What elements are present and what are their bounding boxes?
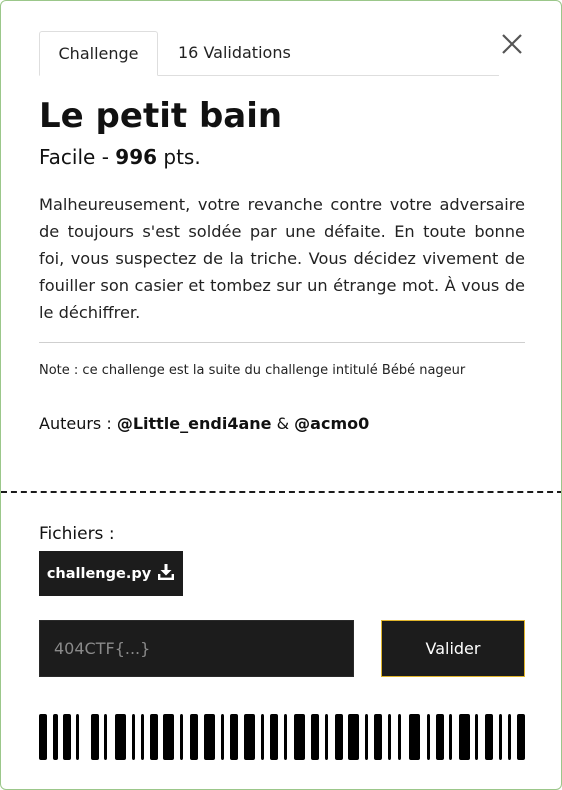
meta-separator: - xyxy=(95,145,116,169)
close-icon[interactable] xyxy=(499,31,525,57)
tab-challenge[interactable]: Challenge xyxy=(39,31,158,76)
author-link-1[interactable]: @Little_endi4ane xyxy=(117,414,272,433)
challenge-title: Le petit bain xyxy=(39,96,283,136)
validate-button[interactable]: Valider xyxy=(381,620,525,677)
author-link-2[interactable]: @acmo0 xyxy=(294,414,369,433)
authors-line: Auteurs : @Little_endi4ane & @acmo0 xyxy=(39,414,369,433)
files-label: Fichiers : xyxy=(39,524,115,544)
download-icon xyxy=(157,563,175,585)
barcode-decoration xyxy=(39,714,525,760)
file-download-button[interactable]: challenge.py xyxy=(39,551,183,596)
challenge-note: Note : ce challenge est la suite du chal… xyxy=(39,363,466,378)
file-name: challenge.py xyxy=(46,565,152,582)
tab-validations[interactable]: 16 Validations xyxy=(178,31,291,75)
challenge-card: Challenge 16 Validations Le petit bain F… xyxy=(0,0,562,790)
dashed-divider xyxy=(1,491,561,493)
authors-and: & xyxy=(271,414,295,433)
flag-input[interactable] xyxy=(39,620,354,677)
authors-label: Auteurs : xyxy=(39,414,117,433)
challenge-description: Malheureusement, votre revanche contre v… xyxy=(39,195,525,322)
divider xyxy=(39,342,525,343)
points-unit: pts. xyxy=(157,145,201,169)
points-value: 996 xyxy=(115,145,158,169)
tab-bar: Challenge 16 Validations xyxy=(39,31,499,76)
difficulty-label: Facile xyxy=(39,145,96,169)
challenge-meta: Facile - 996 pts. xyxy=(39,144,201,170)
